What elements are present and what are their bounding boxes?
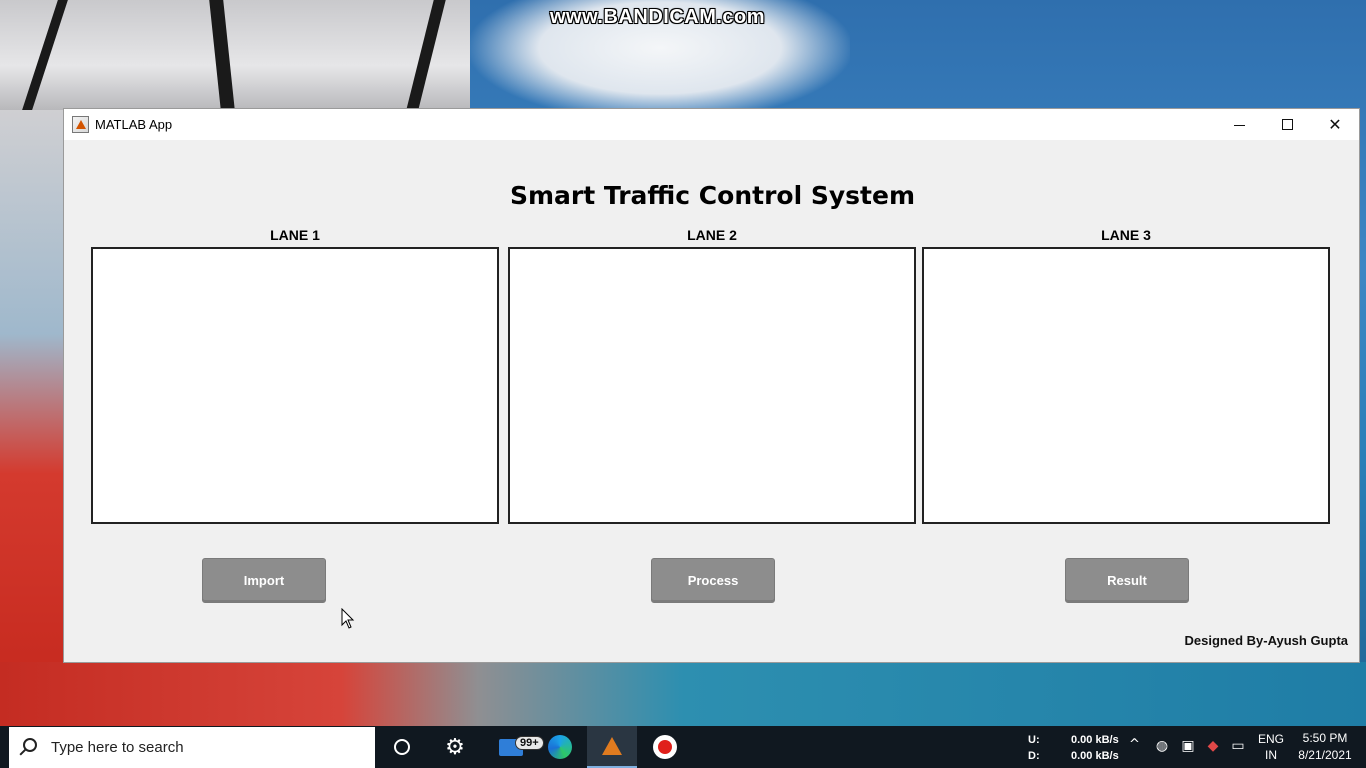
window-titlebar[interactable]: MATLAB App ✕ bbox=[64, 109, 1359, 140]
matlab-app-window: MATLAB App ✕ Smart Traffic Control Syste… bbox=[63, 108, 1360, 663]
minimize-icon bbox=[1233, 125, 1245, 126]
search-icon bbox=[23, 738, 37, 752]
record-icon bbox=[653, 735, 677, 759]
clock-date: 8/21/2021 bbox=[1298, 748, 1352, 762]
app-title: Smart Traffic Control System bbox=[509, 181, 915, 210]
network-speed-values: 0.00 kB/s 0.00 kB/s bbox=[1071, 732, 1119, 764]
maximize-icon bbox=[1281, 119, 1293, 130]
matlab-icon bbox=[602, 737, 622, 755]
desktop-wallpaper-left bbox=[0, 110, 63, 670]
cortana-circle-icon bbox=[394, 739, 410, 755]
edge-browser-icon bbox=[548, 735, 572, 759]
lane-2-image-axes bbox=[508, 247, 916, 524]
settings-taskbar-button[interactable]: ⚙ bbox=[430, 726, 480, 768]
close-icon: ✕ bbox=[1328, 115, 1342, 134]
lane-2-label: LANE 2 bbox=[687, 227, 737, 243]
edge-taskbar-button[interactable] bbox=[535, 726, 585, 768]
lane-1-image-axes bbox=[91, 247, 499, 524]
upload-label: U: bbox=[1028, 734, 1040, 746]
desktop-wallpaper-wing bbox=[0, 0, 470, 110]
minimize-button[interactable] bbox=[1215, 109, 1263, 140]
recording-watermark: www.BANDICAM.com bbox=[550, 6, 766, 28]
matlab-taskbar-button[interactable] bbox=[587, 726, 637, 768]
upload-speed: 0.00 kB/s bbox=[1071, 734, 1119, 746]
lane-3-label: LANE 3 bbox=[1101, 227, 1151, 243]
process-button[interactable]: Process bbox=[651, 558, 775, 603]
security-shield-icon[interactable]: ◆ bbox=[1205, 738, 1221, 754]
download-label: D: bbox=[1028, 750, 1040, 762]
network-globe-icon[interactable]: ◍ bbox=[1154, 738, 1170, 754]
mail-icon: 99+ bbox=[499, 735, 544, 756]
network-speed-labels: U: D: bbox=[1028, 732, 1040, 764]
designer-credit: Designed By-Ayush Gupta bbox=[1184, 633, 1348, 648]
import-button[interactable]: Import bbox=[202, 558, 326, 603]
desktop-wallpaper-bottom bbox=[0, 662, 1366, 726]
search-placeholder: Type here to search bbox=[51, 739, 184, 756]
window-title: MATLAB App bbox=[95, 117, 173, 132]
region-code: IN bbox=[1265, 748, 1277, 762]
lane-3-image-axes bbox=[922, 247, 1330, 524]
maximize-button[interactable] bbox=[1263, 109, 1311, 140]
taskbar-search-box[interactable]: Type here to search bbox=[9, 727, 375, 768]
close-button[interactable]: ✕ bbox=[1311, 109, 1359, 140]
cortana-button[interactable] bbox=[377, 726, 427, 768]
clock-time: 5:50 PM bbox=[1302, 731, 1348, 745]
battery-icon[interactable]: ▭ bbox=[1230, 738, 1246, 754]
lane-1-label: LANE 1 bbox=[270, 227, 320, 243]
taskbar-clock[interactable]: 5:50 PM 8/21/2021 bbox=[1292, 730, 1358, 764]
language-code: ENG bbox=[1257, 732, 1284, 746]
download-speed: 0.00 kB/s bbox=[1071, 750, 1119, 762]
meet-now-icon[interactable]: ▣ bbox=[1180, 738, 1196, 754]
bandicam-taskbar-button[interactable] bbox=[640, 726, 690, 768]
tray-expand-chevron-icon[interactable]: ^ bbox=[1129, 737, 1140, 752]
mouse-cursor-icon bbox=[341, 608, 355, 629]
mail-taskbar-button[interactable]: 99+ bbox=[486, 726, 544, 768]
windows-taskbar: Type here to search ⚙ 99+ U: D: 0.00 kB/… bbox=[0, 726, 1366, 768]
result-button[interactable]: Result bbox=[1065, 558, 1189, 603]
gear-icon: ⚙ bbox=[445, 734, 465, 760]
language-indicator[interactable]: ENG IN bbox=[1257, 731, 1285, 763]
matlab-logo-icon bbox=[72, 116, 89, 133]
